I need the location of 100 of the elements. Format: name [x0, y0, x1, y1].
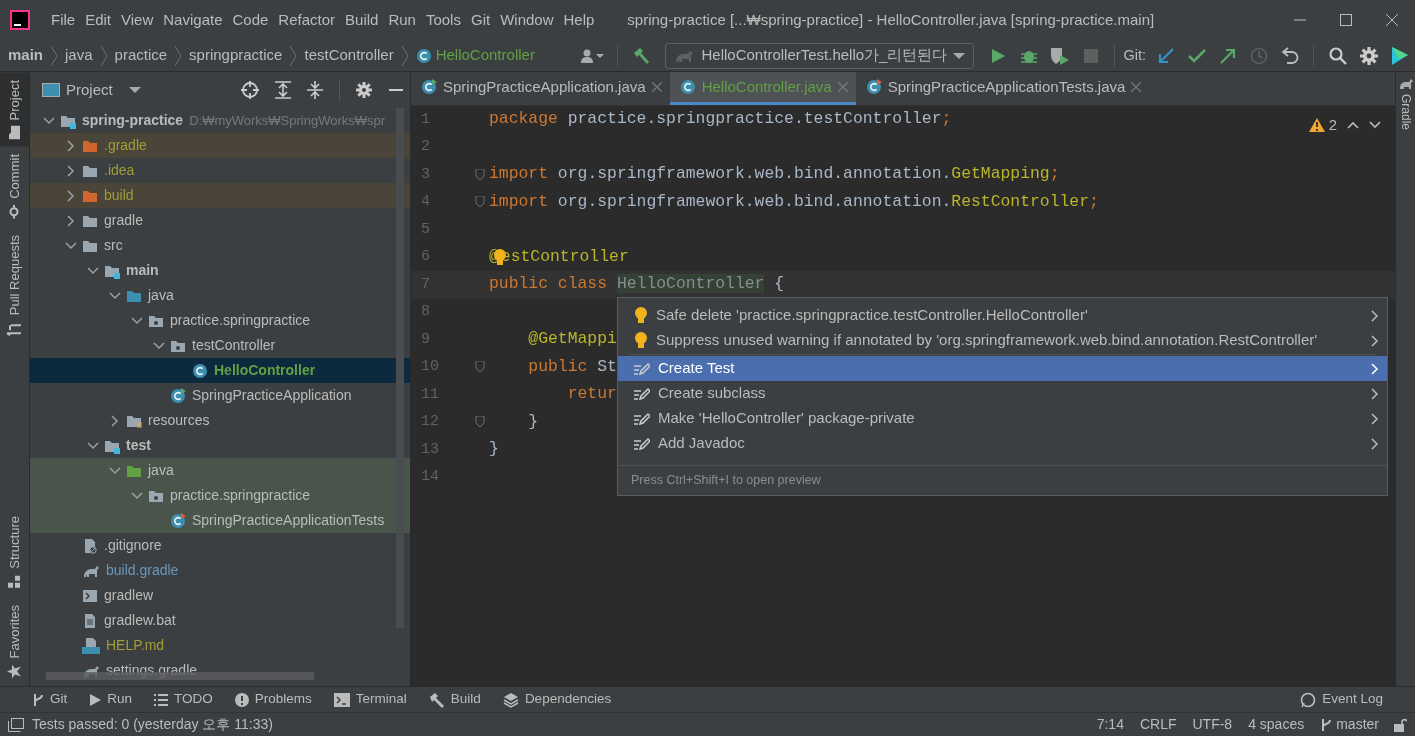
- tree-item[interactable]: gradlew: [30, 583, 410, 608]
- tree-item[interactable]: practice.springpractice: [30, 308, 410, 333]
- menu-item[interactable]: View: [116, 6, 159, 34]
- tree-item[interactable]: HELP.md: [30, 633, 410, 658]
- tree-item[interactable]: .gitignore: [30, 533, 410, 558]
- tree-item[interactable]: java: [30, 283, 410, 308]
- menu-item[interactable]: File: [46, 6, 81, 34]
- status-message[interactable]: Tests passed: 0 (yesterday 오후 11:33): [32, 714, 273, 735]
- menu-item[interactable]: Help: [558, 6, 600, 34]
- menu-item[interactable]: Refactor: [273, 6, 341, 34]
- menu-item[interactable]: Make 'HelloController' package-private: [618, 406, 1387, 431]
- indent-setting[interactable]: 4 spaces: [1248, 714, 1305, 735]
- tree-item[interactable]: gradlew.bat: [30, 608, 410, 633]
- code-text: retur: [566, 383, 617, 406]
- editor-tab[interactable]: SpringPracticeApplication.java: [411, 72, 670, 105]
- settings-icon[interactable]: [356, 82, 372, 98]
- breadcrumb-link[interactable]: java: [65, 44, 93, 67]
- tool-window-button[interactable]: Event Log: [1300, 689, 1383, 710]
- run-icon[interactable]: [989, 47, 1006, 64]
- toolbox-logo[interactable]: [1390, 45, 1409, 66]
- menu-item[interactable]: Code: [227, 6, 274, 34]
- tool-window-button[interactable]: Git: [32, 689, 68, 710]
- tool-window-tab[interactable]: Favorites: [0, 596, 29, 686]
- branch-widget[interactable]: master: [1320, 714, 1379, 735]
- fold-marker-icon[interactable]: [475, 168, 485, 181]
- fold-marker-icon[interactable]: [475, 361, 485, 374]
- fold-marker-icon[interactable]: [475, 196, 485, 209]
- close-icon[interactable]: [1131, 82, 1142, 92]
- breadcrumb-link[interactable]: testController: [304, 44, 394, 67]
- arrow-down-left-icon[interactable]: [1156, 46, 1175, 65]
- breadcrumb-link[interactable]: main: [8, 44, 43, 67]
- tree-item[interactable]: spring-practice D:₩myWorks₩SpringWorks₩spr: [30, 108, 410, 133]
- fold-marker-icon[interactable]: [475, 416, 485, 429]
- tree-item[interactable]: build: [30, 183, 410, 208]
- hammer-icon[interactable]: [632, 46, 650, 65]
- close-icon[interactable]: [651, 82, 662, 92]
- menu-item[interactable]: Build: [340, 6, 384, 34]
- tree-item[interactable]: java: [30, 458, 410, 483]
- caret-position[interactable]: 7:14: [1096, 714, 1124, 735]
- menu-item[interactable]: Window: [495, 6, 559, 34]
- user-icon[interactable]: [581, 47, 605, 64]
- file-encoding[interactable]: UTF-8: [1192, 714, 1233, 735]
- shield-icon[interactable]: [1049, 46, 1070, 65]
- crosshair-icon[interactable]: [241, 81, 259, 99]
- tool-window-button[interactable]: Problems: [234, 689, 312, 710]
- breadcrumb-link[interactable]: springpractice: [189, 44, 283, 67]
- tool-window-button[interactable]: Dependencies: [502, 689, 612, 710]
- breadcrumb-link[interactable]: practice: [114, 44, 168, 67]
- settings-icon[interactable]: [1359, 46, 1378, 65]
- chevron-up-icon[interactable]: [1347, 121, 1359, 130]
- tool-window-button[interactable]: Run: [89, 689, 133, 710]
- tree-item[interactable]: SpringPracticeApplication: [30, 383, 410, 408]
- menu-item[interactable]: Run: [383, 6, 421, 34]
- check-icon[interactable]: [1187, 47, 1206, 64]
- tree-item[interactable]: main: [30, 258, 410, 283]
- tree-item[interactable]: test: [30, 433, 410, 458]
- tool-window-button[interactable]: TODO: [154, 689, 213, 710]
- menu-item[interactable]: Navigate: [158, 6, 228, 34]
- chevron-down-icon[interactable]: [1369, 121, 1381, 130]
- tree-item[interactable]: .gradle: [30, 133, 410, 158]
- panel-icon[interactable]: [8, 717, 24, 732]
- close-icon[interactable]: [1386, 14, 1398, 26]
- search-icon[interactable]: [1328, 46, 1347, 65]
- tree-item[interactable]: practice.springpractice: [30, 483, 410, 508]
- menu-item[interactable]: Add Javadoc: [618, 431, 1387, 456]
- tree-item[interactable]: resources: [30, 408, 410, 433]
- line-separator[interactable]: CRLF: [1139, 714, 1177, 735]
- maximize-icon[interactable]: [1340, 14, 1352, 26]
- tool-window-button[interactable]: Terminal: [333, 689, 407, 710]
- tree-item[interactable]: .idea: [30, 158, 410, 183]
- tool-window-button[interactable]: Build: [428, 689, 481, 710]
- editor-tab[interactable]: SpringPracticeApplicationTests.java: [855, 72, 1150, 105]
- menu-item[interactable]: Edit: [80, 6, 117, 34]
- run-configuration-dropdown[interactable]: HelloControllerTest.hello가_리턴된다: [664, 42, 975, 69]
- menu-item[interactable]: Suppress unused warning if annotated by 'org.springframework.web.bind.annotation.RestController': [618, 328, 1387, 353]
- tool-window-tab[interactable]: Commit: [0, 146, 29, 228]
- tree-item[interactable]: build.gradle: [30, 558, 410, 583]
- tool-window-tab[interactable]: Structure: [0, 507, 29, 597]
- tool-window-tab[interactable]: Project: [0, 72, 29, 147]
- tree-item[interactable]: gradle: [30, 208, 410, 233]
- breadcrumb-link[interactable]: HelloController: [435, 44, 535, 67]
- tree-item[interactable]: testController: [30, 333, 410, 358]
- tool-window-tab[interactable]: Pull Requests: [0, 227, 29, 346]
- tree-item[interactable]: SpringPracticeApplicationTests: [30, 508, 410, 533]
- menu-item[interactable]: Create subclass: [618, 381, 1387, 406]
- tree-item[interactable]: HelloController: [30, 358, 410, 383]
- collapse-all-icon[interactable]: [307, 81, 323, 99]
- arrow-up-right-icon[interactable]: [1218, 46, 1237, 65]
- undo-icon[interactable]: [1280, 46, 1299, 65]
- menu-item[interactable]: Tools: [420, 6, 466, 34]
- menu-item[interactable]: Git: [465, 6, 496, 34]
- warning-count[interactable]: 2: [1308, 114, 1337, 137]
- tree-item[interactable]: src: [30, 233, 410, 258]
- panel-title[interactable]: Project: [66, 78, 113, 102]
- menu-item[interactable]: Create Test: [618, 356, 1387, 381]
- expand-all-icon[interactable]: [275, 81, 291, 99]
- item-label: gradle: [104, 211, 143, 230]
- tool-window-tab[interactable]: Gradle: [1396, 72, 1415, 137]
- menu-item[interactable]: Safe delete 'practice.springpractice.testController.HelloController': [618, 303, 1387, 328]
- lock-icon[interactable]: [1393, 717, 1407, 732]
